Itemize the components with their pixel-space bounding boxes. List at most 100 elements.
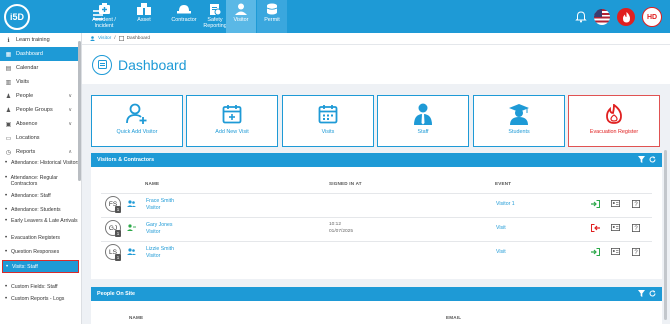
visitor-icon bbox=[234, 2, 248, 15]
tile-label: Visits bbox=[321, 129, 335, 135]
visitor-type-label: Visitor bbox=[146, 228, 161, 235]
visitor-name-link[interactable]: Frace Smith bbox=[146, 198, 174, 205]
bell-icon[interactable] bbox=[575, 11, 587, 23]
report-item-custom-fields-staff[interactable]: • Custom Fields: Staff bbox=[0, 282, 81, 293]
visitor-name-link[interactable]: Lizzie Smith bbox=[146, 246, 174, 253]
tile-label: Add New Visit bbox=[215, 129, 249, 135]
visitor-count-badge: 1 bbox=[115, 230, 121, 237]
tile-evacuation-register[interactable]: Evacuation Register bbox=[568, 95, 660, 147]
report-item-regular-contractors[interactable]: • Attendance: Regular Contractors bbox=[0, 174, 81, 189]
id-card-icon[interactable] bbox=[611, 223, 620, 232]
graduation-icon: ℹ bbox=[7, 37, 10, 44]
visitor-name-link[interactable]: Gary Jones bbox=[146, 222, 173, 229]
event-link[interactable]: Visit bbox=[496, 249, 506, 255]
contractor-icon bbox=[177, 2, 191, 15]
breadcrumb: Visitor / Dashboard bbox=[82, 33, 670, 45]
refresh-icon[interactable] bbox=[649, 290, 656, 297]
visitor-type-label: Visitor bbox=[146, 252, 161, 259]
sidebar-item-calendar[interactable]: ▤ Calendar bbox=[0, 61, 81, 75]
people-groups-icon: ♟ bbox=[5, 107, 12, 114]
evacuation-alert-icon[interactable] bbox=[617, 8, 635, 26]
app-logo[interactable]: i5D bbox=[4, 4, 30, 30]
report-item-visits-staff[interactable]: • Visits: Staff bbox=[2, 260, 79, 273]
visitor-type-icon bbox=[127, 200, 136, 207]
sign-in-icon[interactable] bbox=[591, 247, 600, 256]
svg-text:?: ? bbox=[634, 226, 638, 232]
panel-title: People On Site bbox=[97, 291, 136, 297]
sidebar-item-locations[interactable]: ▭ Locations bbox=[0, 131, 81, 145]
breadcrumb-visitor-link[interactable]: Visitor bbox=[98, 36, 111, 41]
sidebar-scrollbar[interactable] bbox=[78, 41, 81, 181]
nav-permit[interactable]: Permit bbox=[257, 0, 287, 33]
tile-label: Quick Add Visitor bbox=[116, 129, 158, 135]
page-scrollbar[interactable] bbox=[664, 150, 667, 320]
absence-icon: ▣ bbox=[5, 121, 12, 128]
people-icon: ♟ bbox=[5, 93, 12, 100]
sidebar-item-reports[interactable]: ◷ Reports ∧ bbox=[0, 145, 81, 159]
calendar-icon: ▤ bbox=[5, 65, 12, 72]
calendar-plus-icon bbox=[187, 102, 277, 126]
nav-label: Permit bbox=[264, 17, 280, 23]
nav-accident-incident[interactable]: Accident / Incident bbox=[84, 0, 124, 33]
report-item-attendance-staff[interactable]: • Attendance: Staff bbox=[0, 189, 81, 203]
nav-label: Asset bbox=[137, 17, 151, 23]
nav-visitor[interactable]: Visitor bbox=[226, 0, 256, 33]
filter-icon[interactable] bbox=[638, 156, 645, 163]
id-card-icon[interactable] bbox=[611, 199, 620, 208]
tile-label: Evacuation Register bbox=[589, 129, 639, 135]
user-icon bbox=[90, 36, 95, 41]
sidebar-item-absence[interactable]: ▣ Absence ∨ bbox=[0, 117, 81, 131]
tile-label: Students bbox=[508, 129, 530, 135]
report-item-early-leavers[interactable]: • Early Leavers & Late Arrivals bbox=[0, 216, 81, 232]
student-icon bbox=[474, 102, 564, 126]
people-panel-body: NAME EMAIL bbox=[91, 301, 662, 324]
question-icon[interactable]: ? bbox=[631, 223, 640, 232]
nav-asset[interactable]: Asset bbox=[124, 0, 164, 33]
id-card-icon[interactable] bbox=[611, 247, 620, 256]
col-name: NAME bbox=[129, 315, 144, 320]
user-avatar[interactable]: HD bbox=[642, 7, 662, 27]
permit-icon bbox=[265, 2, 279, 15]
sidebar-item-dashboard[interactable]: ▦ Dashboard bbox=[0, 47, 81, 61]
event-link[interactable]: Visitor 1 bbox=[496, 201, 515, 207]
tile-visits[interactable]: Visits bbox=[282, 95, 374, 147]
report-item-attendance-students[interactable]: • Attendance: Students bbox=[0, 203, 81, 216]
sidebar-item-learn-training[interactable]: ℹ Learn training bbox=[0, 33, 81, 47]
chevron-down-icon: ∨ bbox=[68, 121, 72, 127]
chevron-down-icon: ∨ bbox=[68, 93, 72, 99]
report-item-historical-visitors[interactable]: • Attendance: Historical Visitors bbox=[0, 159, 81, 174]
page-title: Dashboard bbox=[118, 56, 187, 73]
us-flag-icon[interactable] bbox=[594, 9, 610, 25]
staff-icon bbox=[378, 102, 468, 126]
report-item-question-responses[interactable]: • Question Responses bbox=[0, 245, 81, 259]
table-row[interactable]: LS 1 Lizzie Smith Visitor Visit ? bbox=[101, 241, 652, 263]
nav-label: Visitor bbox=[233, 17, 249, 23]
breadcrumb-separator: / bbox=[114, 36, 116, 41]
visitors-panel-header: Visitors & Contractors bbox=[91, 153, 662, 167]
event-link[interactable]: Visit bbox=[496, 225, 506, 231]
report-item-custom-reports-logs[interactable]: • Custom Reports - Logs bbox=[0, 293, 81, 305]
breadcrumb-current: Dashboard bbox=[126, 36, 151, 41]
tile-add-new-visit[interactable]: Add New Visit bbox=[186, 95, 278, 147]
report-item-evacuation-registers[interactable]: • Evacuation Registers bbox=[0, 232, 81, 245]
visitor-type-icon bbox=[127, 248, 136, 255]
svg-text:?: ? bbox=[634, 202, 638, 208]
sidebar-item-visits[interactable]: ▥ Visits bbox=[0, 75, 81, 89]
refresh-icon[interactable] bbox=[649, 156, 656, 163]
filter-icon[interactable] bbox=[638, 290, 645, 297]
sidebar-item-people[interactable]: ♟ People ∨ bbox=[0, 89, 81, 103]
col-signed-in: SIGNED IN AT bbox=[329, 181, 362, 186]
calendar-grid-icon bbox=[283, 102, 373, 126]
question-icon[interactable]: ? bbox=[631, 199, 640, 208]
table-row[interactable]: FS 1 Frace Smith Visitor Visitor 1 ? bbox=[101, 193, 652, 215]
tile-students[interactable]: Students bbox=[473, 95, 565, 147]
table-row[interactable]: GJ 1 Gary Jones Visitor 10:12 01/07/2025… bbox=[101, 217, 652, 239]
sign-in-icon[interactable] bbox=[591, 199, 600, 208]
tile-quick-add-visitor[interactable]: Quick Add Visitor bbox=[91, 95, 183, 147]
tile-staff[interactable]: Staff bbox=[377, 95, 469, 147]
question-icon[interactable]: ? bbox=[631, 247, 640, 256]
sign-out-icon[interactable] bbox=[591, 223, 600, 232]
chevron-down-icon: ∨ bbox=[68, 107, 72, 113]
asset-icon bbox=[137, 2, 151, 15]
sidebar-item-people-groups[interactable]: ♟ People Groups ∨ bbox=[0, 103, 81, 117]
